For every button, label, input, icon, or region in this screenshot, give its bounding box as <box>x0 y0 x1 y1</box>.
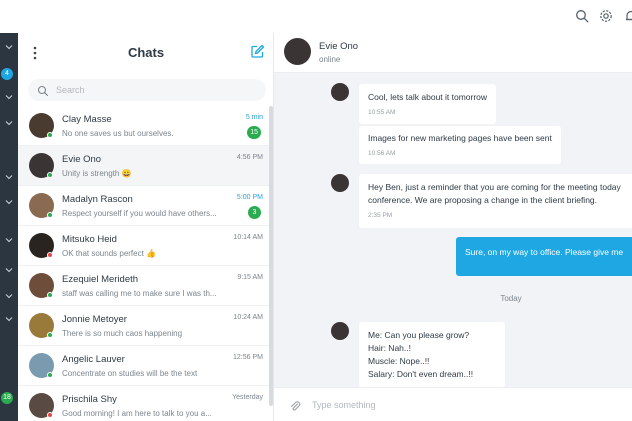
chat-time: 10:14 AM <box>233 234 263 241</box>
chat-time: 9:15 AM <box>237 274 263 281</box>
chat-name: Prischila Shy <box>62 394 117 405</box>
chat-list-item[interactable]: Clay Masse No one saves us but ourselves… <box>18 106 269 146</box>
avatar[interactable] <box>284 38 311 65</box>
chat-list-header: Chats <box>18 33 274 73</box>
chat-list-item[interactable]: Evie Ono Unity is strength 😀 4:56 PM <box>18 146 269 186</box>
chat-list-item[interactable]: Madalyn Rascon Respect yourself if you w… <box>18 186 269 226</box>
contact-status: online <box>319 55 341 64</box>
message-text: Hair: Nah..! <box>368 343 411 353</box>
status-dot <box>47 332 53 338</box>
chat-list-item[interactable]: Prischila Shy Good morning! I am here to… <box>18 386 269 421</box>
chat-preview: There is so much caos happening <box>62 329 183 338</box>
chevron-down-icon[interactable] <box>3 196 15 208</box>
chat-list-item[interactable]: Ezequiel Merideth staff was calling me t… <box>18 266 269 306</box>
day-separator: Today <box>500 294 522 303</box>
status-dot <box>47 212 53 218</box>
message-time: 10:55 AM <box>368 109 396 116</box>
rail-badge: 4 <box>1 68 13 80</box>
contact-name: Evie Ono <box>319 41 359 52</box>
chat-time: 10:24 AM <box>233 314 263 321</box>
chat-time: 5:00 PM <box>236 194 263 201</box>
status-dot <box>47 132 53 138</box>
chat-list-panel: Chats Clay Masse No one saves us but our… <box>18 33 274 421</box>
top-bar <box>0 0 632 33</box>
message-input[interactable] <box>312 397 622 413</box>
message-text: Sure, on my way to office. Please give m… <box>465 247 624 257</box>
side-rail: 4 18 <box>0 33 18 421</box>
chat-list-item[interactable]: Mitsuko Heid OK that sounds perfect 👍 10… <box>18 226 269 266</box>
unread-badge: 3 <box>248 206 261 219</box>
chat-preview: staff was calling me to make sure I was … <box>62 289 217 298</box>
chat-list-scrollbar[interactable] <box>269 106 273 406</box>
chat-name: Clay Masse <box>62 114 112 125</box>
message-text: Images for new marketing pages have been… <box>368 133 552 143</box>
message-text: Cool, lets talk about it tomorrow <box>368 92 488 102</box>
chat-preview: Good morning! I am here to talk to you a… <box>62 409 212 418</box>
chat-name: Madalyn Rascon <box>62 194 133 205</box>
avatar <box>331 83 349 101</box>
avatar <box>331 174 349 192</box>
chat-time: 12:56 PM <box>233 354 263 361</box>
rail-badge: 18 <box>1 392 13 404</box>
chat-name: Jonnie Metoyer <box>62 314 127 325</box>
message-bubble-outgoing: Sure, on my way to office. Please give m… <box>456 237 632 276</box>
status-dot <box>47 412 53 418</box>
message-bubble: Cool, lets talk about it tomorrow 10:55 … <box>359 84 497 124</box>
chat-preview: No one saves us but ourselves. <box>62 129 174 138</box>
chat-list-item[interactable]: Jonnie Metoyer There is so much caos hap… <box>18 306 269 346</box>
message-bubble: Images for new marketing pages have been… <box>359 126 561 164</box>
chevron-down-icon[interactable] <box>3 117 15 129</box>
chevron-down-icon[interactable] <box>3 290 15 302</box>
status-dot <box>47 172 53 178</box>
status-dot <box>47 252 53 258</box>
conversation-header: Evie Ono online <box>274 33 632 73</box>
message-time: 2:35 PM <box>368 212 393 219</box>
chat-list-item[interactable]: Angelic Lauver Concentrate on studies wi… <box>18 346 269 386</box>
search-box <box>28 79 266 101</box>
status-dot <box>47 292 53 298</box>
message-bubble: Hey Ben, just a reminder that you are co… <box>359 174 632 228</box>
chevron-down-icon[interactable] <box>3 234 15 246</box>
message-text: conference. We are proposing a change in… <box>368 195 598 205</box>
chevron-down-icon[interactable] <box>3 91 15 103</box>
message-text: Muscle: Nope..!! <box>368 356 430 366</box>
message-bubble: Me: Can you please grow? Hair: Nah..! Mu… <box>359 322 505 387</box>
chevron-down-icon[interactable] <box>3 171 15 183</box>
chat-list-title: Chats <box>127 45 165 60</box>
compose-icon[interactable] <box>250 44 265 59</box>
paperclip-icon[interactable] <box>289 399 301 411</box>
avatar <box>331 322 349 340</box>
chat-preview: Respect yourself if you would have other… <box>62 209 217 218</box>
chat-preview: Concentrate on studies will be the text <box>62 369 198 378</box>
search-icon <box>37 84 49 97</box>
search-icon[interactable] <box>575 9 589 23</box>
chat-name: Mitsuko Heid <box>62 234 117 245</box>
message-text: Me: Can you please grow? <box>368 330 470 340</box>
chat-time: 5 min <box>245 114 263 121</box>
search-input[interactable] <box>56 82 256 98</box>
chat-time: 4:56 PM <box>236 154 263 161</box>
chat-preview: OK that sounds perfect 👍 <box>62 249 157 258</box>
chevron-down-icon[interactable] <box>3 41 15 53</box>
gear-icon[interactable] <box>599 9 613 23</box>
chevron-down-icon[interactable] <box>3 313 15 325</box>
message-text: Hey Ben, just a reminder that you are co… <box>368 182 621 192</box>
unread-badge: 15 <box>247 126 261 139</box>
bell-icon[interactable] <box>624 9 632 23</box>
message-text: Salary: Don't even dream..!! <box>368 369 474 379</box>
message-composer <box>274 387 632 421</box>
chevron-down-icon[interactable] <box>3 264 15 276</box>
chat-name: Ezequiel Merideth <box>62 274 139 285</box>
status-dot <box>47 372 53 378</box>
chat-name: Angelic Lauver <box>62 354 125 365</box>
chat-time: Yesterday <box>232 394 263 401</box>
message-time: 10:56 AM <box>368 150 396 157</box>
chat-name: Evie Ono <box>62 154 102 165</box>
chat-preview: Unity is strength 😀 <box>62 169 132 178</box>
